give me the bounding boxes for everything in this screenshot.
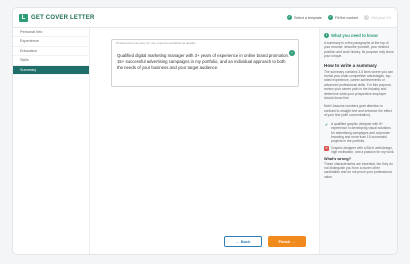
main-content: Professional summary (or use experience/…: [91, 28, 318, 254]
app-window: L GET COVER LETTER ✓ Select a template ✓…: [12, 7, 398, 255]
top-header: L GET COVER LETTER ✓ Select a template ✓…: [13, 8, 397, 28]
bad-example-text: Graphic designer with a BA in web/design…: [331, 145, 395, 155]
sidebar-item-skills[interactable]: Skills: [13, 56, 89, 66]
step-label: Fill the content: [334, 15, 359, 20]
good-example-text: A qualified graphic designer with 5+ exp…: [331, 121, 391, 144]
check-icon: ✓: [289, 50, 295, 56]
progress-steps: ✓ Select a template ✓ Fill the content 3…: [287, 15, 391, 20]
step-label: Select a template: [294, 15, 322, 20]
tips-panel: i What you need to know A summary is a f…: [319, 28, 397, 254]
tips-intro: A summary is a few paragraphs at the top…: [324, 41, 394, 59]
summary-text[interactable]: Qualified digital marketing manager with…: [117, 53, 291, 71]
section-sidebar: Personal Info Experience Education Skill…: [13, 28, 90, 254]
tips-heading: i What you need to know: [324, 33, 395, 38]
bad-example: ✕ Graphic designer with a BA in web/desi…: [324, 145, 395, 155]
sidebar-item-summary[interactable]: Summary: [13, 65, 89, 75]
tips-note: Note! Assume numbers grab attention in c…: [324, 104, 392, 118]
step-number: 3: [364, 15, 370, 20]
field-label: Professional summary (or use experience/…: [116, 41, 196, 45]
logo-text: GET COVER LETTER: [31, 15, 95, 21]
back-button[interactable]: ← Back: [224, 236, 262, 247]
logo[interactable]: L GET COVER LETTER: [19, 14, 95, 22]
cross-icon: ✕: [324, 145, 329, 151]
how-to-body: The summary contains 3-5 lines where you…: [324, 69, 394, 101]
step-check-icon: ✓: [287, 15, 293, 20]
logo-icon: L: [19, 14, 28, 22]
step-check-icon: ✓: [327, 15, 333, 20]
info-icon: i: [324, 33, 329, 38]
sidebar-item-education[interactable]: Education: [13, 47, 89, 57]
step-label: Get your CV: [371, 15, 391, 20]
summary-textarea[interactable]: Professional summary (or use experience/…: [111, 39, 299, 87]
how-to-heading: How to write a summary: [324, 62, 377, 68]
checkmark-icon: ✔: [324, 121, 329, 127]
finish-button[interactable]: Finish →: [268, 236, 306, 247]
sidebar-item-experience[interactable]: Experience: [13, 37, 89, 47]
good-example: ✔ A qualified graphic designer with 5+ e…: [324, 122, 395, 144]
tips-heading-text: What you need to know: [331, 33, 378, 38]
whats-wrong-heading: What's wrong?: [324, 156, 352, 161]
step-fill-content[interactable]: ✓ Fill the content: [327, 15, 359, 20]
step-get-cv[interactable]: 3 Get your CV: [364, 15, 391, 20]
step-select-template[interactable]: ✓ Select a template: [287, 15, 322, 20]
sidebar-item-personal-info[interactable]: Personal Info: [13, 28, 89, 38]
whats-wrong-body: These characteristics are essential, but…: [324, 161, 393, 179]
